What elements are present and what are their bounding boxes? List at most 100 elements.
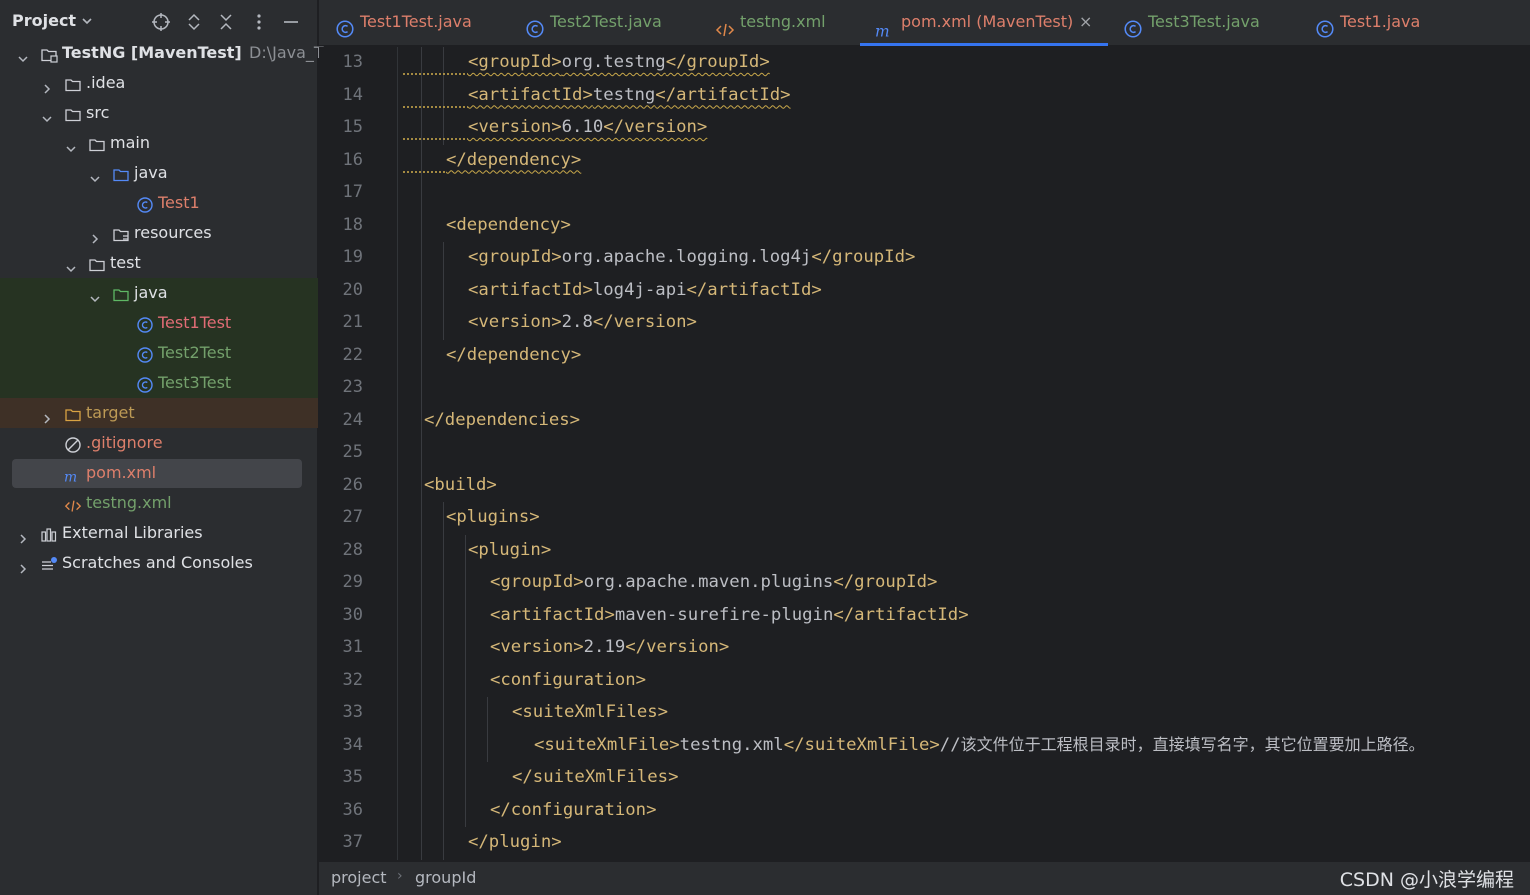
xml-tag: </suiteXmlFile> — [783, 734, 940, 755]
code-line[interactable]: <plugins> — [446, 502, 540, 534]
code-line[interactable]: <groupId>org.apache.logging.log4j</group… — [468, 242, 915, 274]
breadcrumb-groupid[interactable]: groupId — [415, 868, 476, 887]
chevron-down-icon[interactable] — [16, 46, 30, 63]
code-line[interactable]: </dependency> — [446, 145, 581, 177]
tree-item-resources[interactable]: resources — [0, 218, 318, 248]
code-line[interactable]: </suiteXmlFiles> — [512, 762, 678, 794]
chevron-down-icon[interactable] — [40, 106, 54, 123]
code-editor[interactable]: 13 14 15 16 17 18 19 20 21 22 23 24 25 26 27 28 29 30 31 32… — [319, 47, 1530, 860]
xml-tag: </artifactId> — [655, 84, 791, 105]
chevron-right-icon[interactable] — [40, 406, 54, 424]
expand-all-icon[interactable] — [182, 10, 206, 34]
chevron-down-icon[interactable] — [64, 136, 78, 153]
hide-panel-icon[interactable] — [279, 10, 303, 34]
code-line[interactable]: <artifactId>log4j-api</artifactId> — [468, 275, 822, 307]
tree-item-test1[interactable]: Test1 — [0, 188, 318, 218]
project-view-selector[interactable]: Project — [12, 11, 76, 30]
line-number: 16 — [342, 149, 363, 170]
tab-pom-xml-maventest[interactable]: m pom.xml (MavenTest) × — [860, 0, 1108, 46]
tab-label: Test1Test.java — [360, 12, 472, 31]
xml-tag: </suiteXmlFiles> — [512, 767, 679, 787]
code-line[interactable]: <artifactId>maven-surefire-plugin</artif… — [490, 600, 969, 632]
tab-label: Test1.java — [1340, 12, 1421, 31]
tree-item-testng-xml[interactable]: testng.xml — [0, 488, 318, 518]
xml-tag: <plugins> — [446, 507, 540, 527]
tree-item-test3test[interactable]: Test3Test — [0, 368, 318, 398]
tab-label: Test3Test.java — [1148, 12, 1260, 31]
code-line[interactable]: <suiteXmlFiles> — [512, 697, 668, 729]
breadcrumb-project[interactable]: project — [331, 868, 387, 887]
tree-item-scratches-and-consoles[interactable]: Scratches and Consoles — [0, 548, 318, 578]
tree-item-java[interactable]: java — [0, 278, 318, 308]
tree-item-path: D:\Java_T — [249, 43, 324, 62]
line-number: 22 — [342, 344, 363, 365]
chevron-right-icon[interactable] — [40, 76, 54, 94]
tree-item-target[interactable]: target — [0, 398, 318, 428]
close-tab-icon[interactable]: × — [1079, 0, 1092, 44]
chevron-down-icon[interactable] — [64, 256, 78, 273]
tab-testng-xml[interactable]: testng.xml — [715, 0, 855, 46]
code-line[interactable]: <groupId>org.testng</groupId> — [468, 47, 770, 79]
tab-label: pom.xml (MavenTest) — [901, 12, 1074, 31]
tab-test1test-java[interactable]: Test1Test.java — [335, 0, 505, 46]
chevron-right-icon[interactable] — [16, 556, 30, 574]
chevron-down-icon[interactable] — [80, 14, 94, 28]
chevron-down-icon[interactable] — [88, 166, 102, 183]
code-line[interactable]: <dependency> — [446, 210, 571, 242]
chevron-right-icon[interactable] — [16, 526, 30, 544]
xml-tag: <groupId> — [468, 247, 562, 267]
xml-tag: <version> — [490, 637, 584, 657]
code-line[interactable]: <artifactId>testng</artifactId> — [468, 80, 791, 112]
code-line[interactable]: <suiteXmlFile>testng.xml</suiteXmlFile>/… — [534, 730, 1425, 762]
warning-underline — [402, 169, 446, 176]
tree-item-idea[interactable]: .idea — [0, 68, 318, 98]
line-number: 19 — [342, 247, 363, 267]
xml-tag: </groupId> — [665, 52, 770, 72]
tree-item-test1test[interactable]: Test1Test — [0, 308, 318, 338]
tree-item-src[interactable]: src — [0, 98, 318, 128]
line-number: 32 — [342, 669, 363, 690]
code-line[interactable]: <version>2.8</version> — [468, 307, 697, 339]
collapse-all-icon[interactable] — [214, 10, 238, 34]
editor-tab-bar: Test1Test.java Test2Test.java testng.xml m p… — [319, 0, 1530, 46]
more-options-icon[interactable] — [247, 10, 271, 34]
tree-item-test[interactable]: test — [0, 248, 318, 278]
code-line[interactable]: </dependency> — [446, 340, 581, 372]
line-number: 27 — [342, 507, 363, 527]
tree-item-pom-xml[interactable]: m pom.xml — [0, 458, 318, 488]
xml-tag: </configuration> — [490, 799, 657, 820]
tree-item-label: java — [134, 283, 168, 302]
code-line[interactable]: <groupId>org.apache.maven.plugins</group… — [490, 567, 937, 599]
tree-item-main[interactable]: main — [0, 128, 318, 158]
code-line[interactable]: <plugin> — [468, 535, 551, 567]
tag-value: testng.xml — [679, 734, 784, 755]
xml-tag: <build> — [424, 474, 497, 495]
xml-icon — [715, 12, 735, 37]
tab-test1-java[interactable]: Test1.java — [1315, 0, 1455, 46]
module-folder-icon — [40, 44, 58, 63]
tree-item-external-libraries[interactable]: External Libraries — [0, 518, 318, 548]
locate-file-icon[interactable] — [149, 10, 173, 34]
line-number: 15 — [342, 117, 363, 137]
tree-item-gitignore[interactable]: .gitignore — [0, 428, 318, 458]
line-number: 14 — [342, 84, 363, 105]
chevron-right-icon[interactable] — [88, 226, 102, 244]
code-line[interactable]: </plugin> — [468, 827, 562, 859]
excluded-folder-icon — [64, 404, 82, 422]
code-line[interactable]: <configuration> — [490, 665, 646, 697]
line-number: 23 — [342, 377, 363, 397]
chevron-down-icon[interactable] — [88, 286, 102, 303]
tree-item-label: .idea — [86, 73, 126, 92]
code-line[interactable]: </dependencies> — [424, 405, 580, 437]
xml-tag: <artifactId> — [490, 604, 615, 625]
tab-test2test-java[interactable]: Test2Test.java — [525, 0, 695, 46]
tree-item-test2test[interactable]: Test2Test — [0, 338, 318, 368]
code-line[interactable]: <version>6.10</version> — [468, 112, 707, 144]
code-line[interactable]: <version>2.19</version> — [490, 632, 729, 664]
code-line[interactable]: <build> — [424, 470, 497, 502]
code-line[interactable]: </configuration> — [490, 795, 656, 827]
tab-test3test-java[interactable]: Test3Test.java — [1123, 0, 1295, 46]
tree-item-java[interactable]: java — [0, 158, 318, 188]
folder-icon — [64, 74, 82, 92]
tree-item-testng-maventest[interactable]: TestNG [MavenTest] D:\Java_T — [0, 38, 324, 68]
